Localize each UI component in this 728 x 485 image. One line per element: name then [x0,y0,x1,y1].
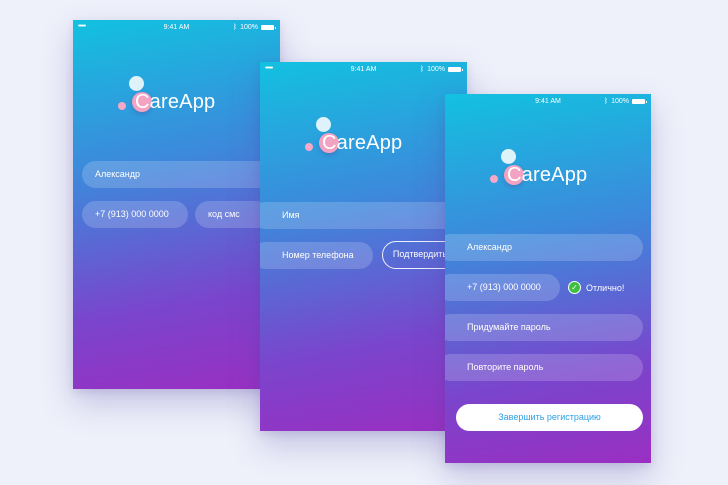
finish-registration-button[interactable]: Завершить регистрацию [456,404,643,431]
phone-field[interactable]: +7 (913) 000 0000 [445,274,560,301]
verified-label: Отлично! [586,282,625,293]
battery-percent: 100% [611,98,629,105]
bluetooth-icon: ᛒ [419,66,425,73]
logo-bubble-large [501,149,516,164]
logo-bubble-large [316,117,331,132]
status-bar: ••••• 9:41 AM ᛒ 100% [73,20,280,34]
status-bar: ••••• 9:41 AM ᛒ 100% [260,62,467,76]
logo-bubble-small [305,143,313,151]
brand-name: CareApp [322,132,403,154]
brand-name: CareApp [507,164,588,186]
battery-icon [632,99,647,104]
bluetooth-icon: ᛒ [232,24,238,31]
name-field[interactable]: Александр [82,161,271,188]
bluetooth-icon: ᛒ [603,98,609,105]
name-field[interactable]: Имя [260,202,458,229]
careapp-logo: CareApp [305,117,425,177]
phone-screen-2: ••••• 9:41 AM ᛒ 100% CareApp Имя Номер т… [260,62,467,431]
careapp-logo: CareApp [490,149,610,209]
logo-bubble-small [490,175,498,183]
phone-verified-status: ✓ Отлично! [568,281,624,294]
battery-icon [261,25,276,30]
battery-icon [448,67,463,72]
name-field[interactable]: Александр [445,234,643,261]
logo-bubble-small [118,102,126,110]
phone-screen-1: ••••• 9:41 AM ᛒ 100% CareApp Александр +… [73,20,280,389]
careapp-logo: CareApp [118,76,238,136]
phone-field[interactable]: Номер телефона [260,242,373,269]
battery-percent: 100% [240,24,258,31]
status-bar: 9:41 AM ᛒ 100% [445,94,651,108]
brand-name: CareApp [135,91,216,113]
phone-screen-3: 9:41 AM ᛒ 100% CareApp Александр +7 (913… [445,94,651,463]
password-field[interactable]: Придумайте пароль [445,314,643,341]
logo-bubble-large [129,76,144,91]
phone-field[interactable]: +7 (913) 000 0000 [82,201,188,228]
check-circle-icon: ✓ [568,281,581,294]
battery-percent: 100% [427,66,445,73]
repeat-password-field[interactable]: Повторите пароль [445,354,643,381]
